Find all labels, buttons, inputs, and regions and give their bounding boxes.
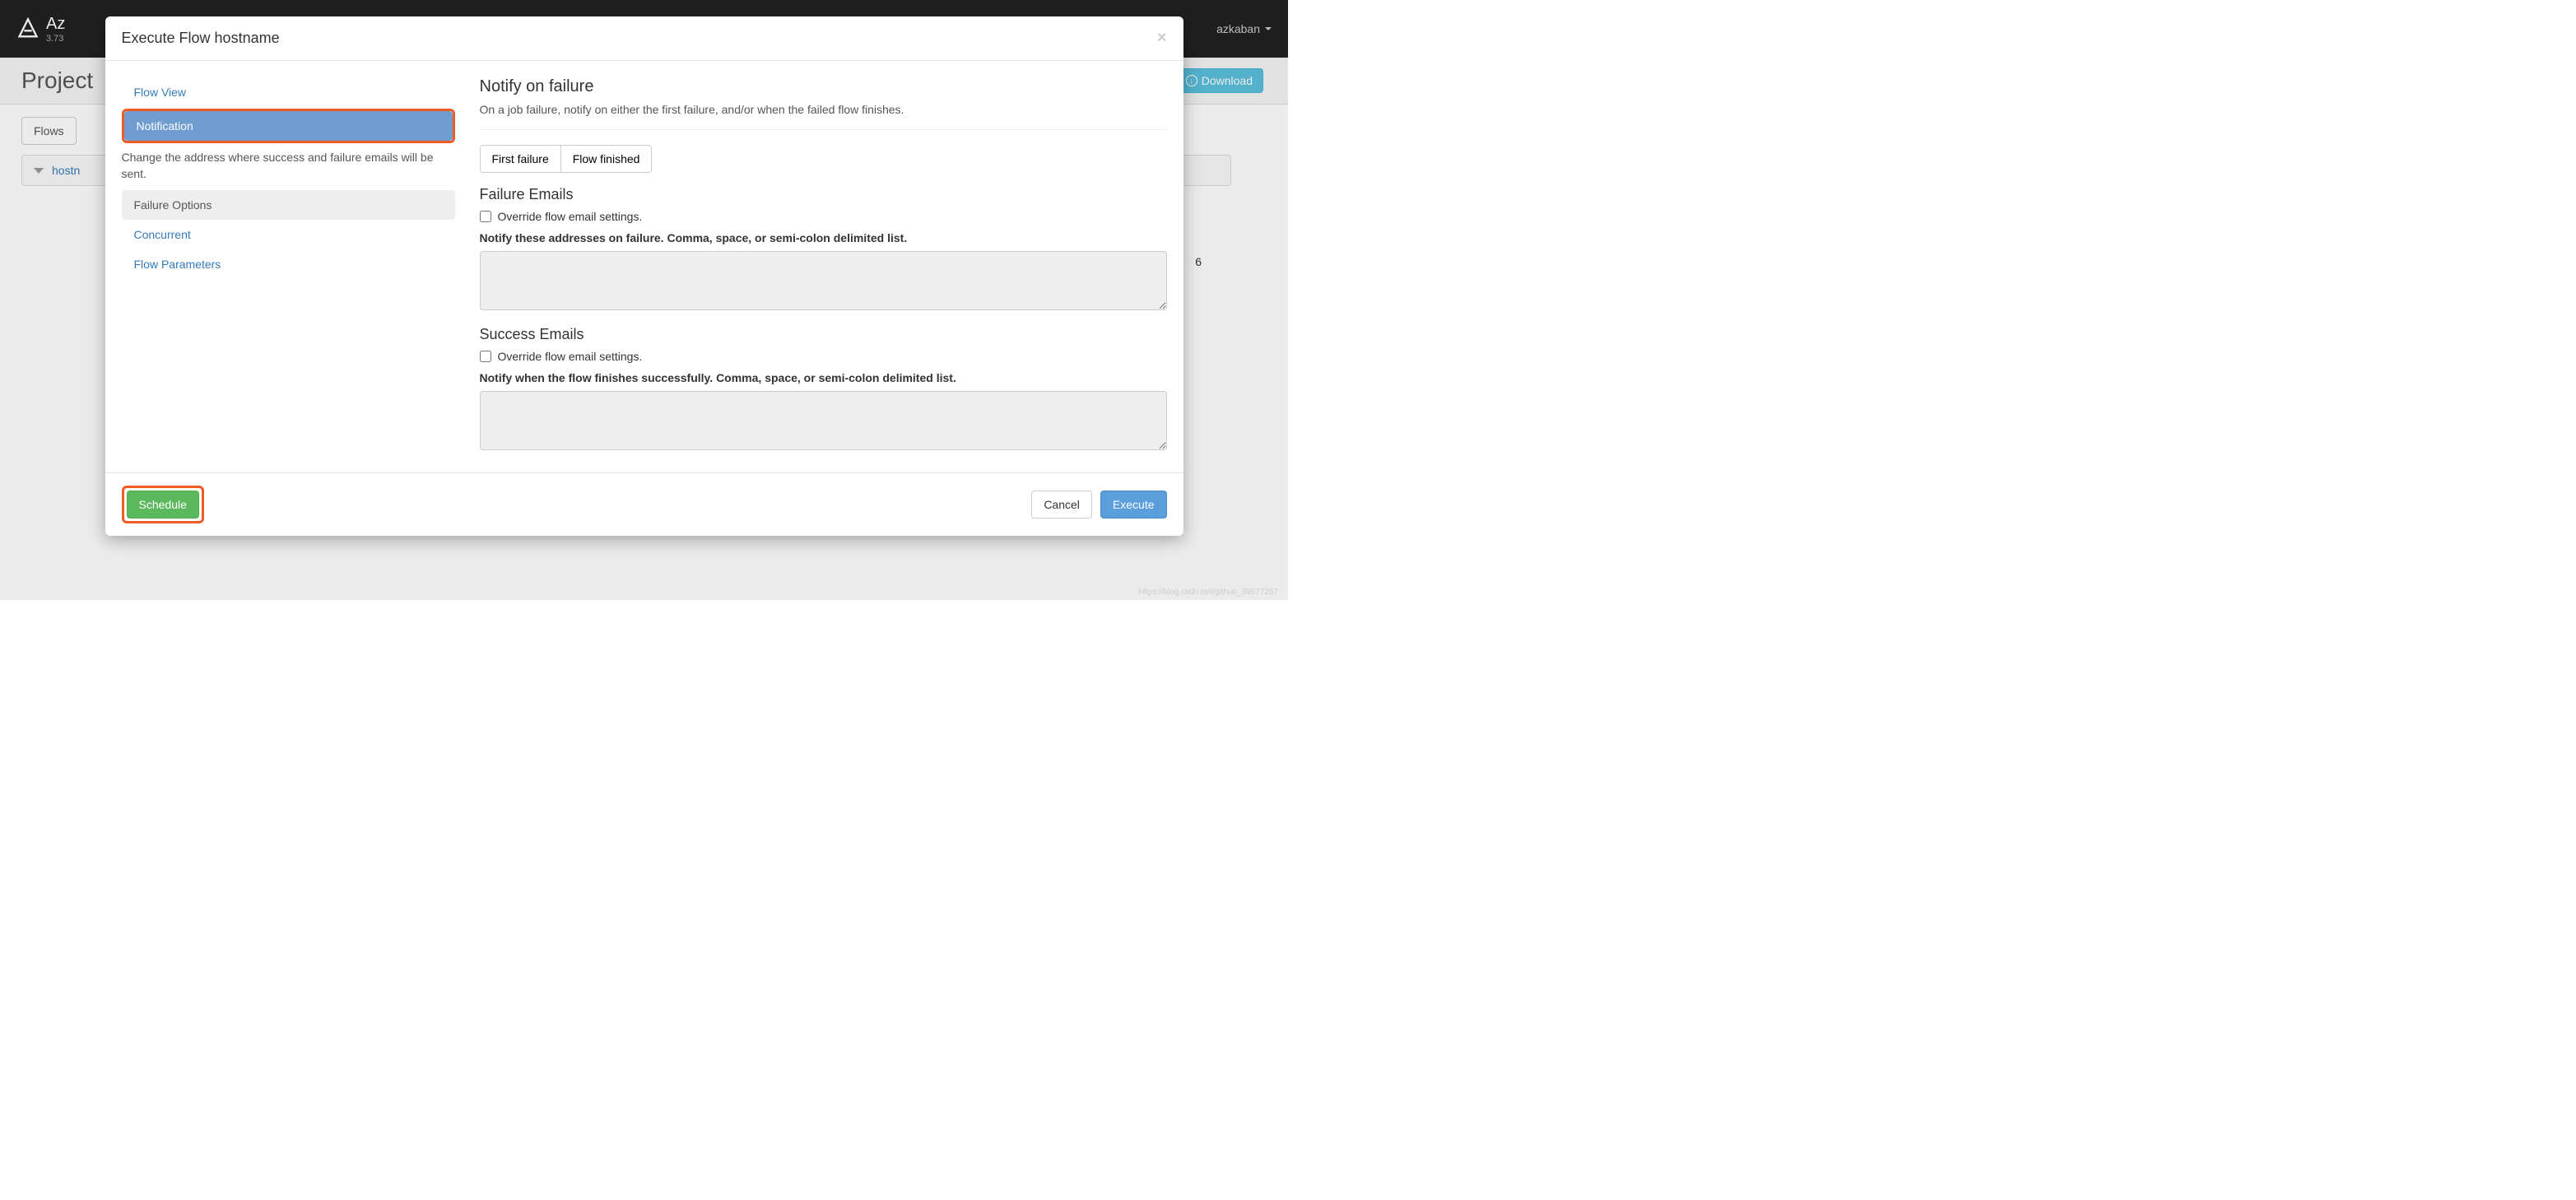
notify-failure-desc: On a job failure, notify on either the f…: [480, 103, 1167, 116]
content-panel: Notify on failure On a job failure, noti…: [480, 77, 1167, 456]
success-override-checkbox[interactable]: [480, 351, 491, 362]
nav-notification[interactable]: Notification: [124, 111, 453, 141]
success-emails-label: Notify when the flow finishes successful…: [480, 371, 1167, 384]
failure-override-row[interactable]: Override flow email settings.: [480, 210, 1167, 223]
btn-flow-finished[interactable]: Flow finished: [560, 146, 652, 172]
modal-header: Execute Flow hostname ×: [105, 16, 1183, 61]
modal-title: Execute Flow hostname: [122, 30, 280, 47]
success-override-row[interactable]: Override flow email settings.: [480, 350, 1167, 363]
schedule-button[interactable]: Schedule: [127, 491, 199, 519]
nav-flow-view[interactable]: Flow View: [122, 77, 455, 107]
cancel-button[interactable]: Cancel: [1031, 491, 1092, 519]
success-emails-title: Success Emails: [480, 326, 1167, 343]
notify-failure-title: Notify on failure: [480, 77, 1167, 96]
failure-override-checkbox[interactable]: [480, 211, 491, 222]
watermark: https://blog.csdn.net/github_39577257: [1138, 588, 1278, 597]
failure-emails-title: Failure Emails: [480, 186, 1167, 203]
nav-failure-options[interactable]: Failure Options: [122, 190, 455, 220]
nav-notification-desc: Change the address where success and fai…: [122, 145, 455, 190]
modal-body: Flow View Notification Change the addres…: [105, 61, 1183, 472]
divider: [480, 129, 1167, 130]
side-nav: Flow View Notification Change the addres…: [122, 77, 455, 456]
execute-flow-modal: Execute Flow hostname × Flow View Notifi…: [105, 16, 1183, 536]
close-icon[interactable]: ×: [1157, 29, 1167, 48]
highlight-notification: Notification: [122, 109, 455, 143]
notify-toggle-group: First failure Flow finished: [480, 145, 653, 173]
highlight-schedule: Schedule: [122, 486, 204, 523]
nav-flow-parameters[interactable]: Flow Parameters: [122, 249, 455, 279]
nav-concurrent[interactable]: Concurrent: [122, 220, 455, 249]
execute-button[interactable]: Execute: [1100, 491, 1167, 519]
btn-first-failure[interactable]: First failure: [481, 146, 560, 172]
modal-footer: Schedule Cancel Execute: [105, 472, 1183, 536]
success-override-label: Override flow email settings.: [498, 350, 643, 363]
failure-emails-input[interactable]: [480, 251, 1167, 310]
failure-emails-label: Notify these addresses on failure. Comma…: [480, 231, 1167, 244]
success-emails-input[interactable]: [480, 391, 1167, 450]
failure-override-label: Override flow email settings.: [498, 210, 643, 223]
